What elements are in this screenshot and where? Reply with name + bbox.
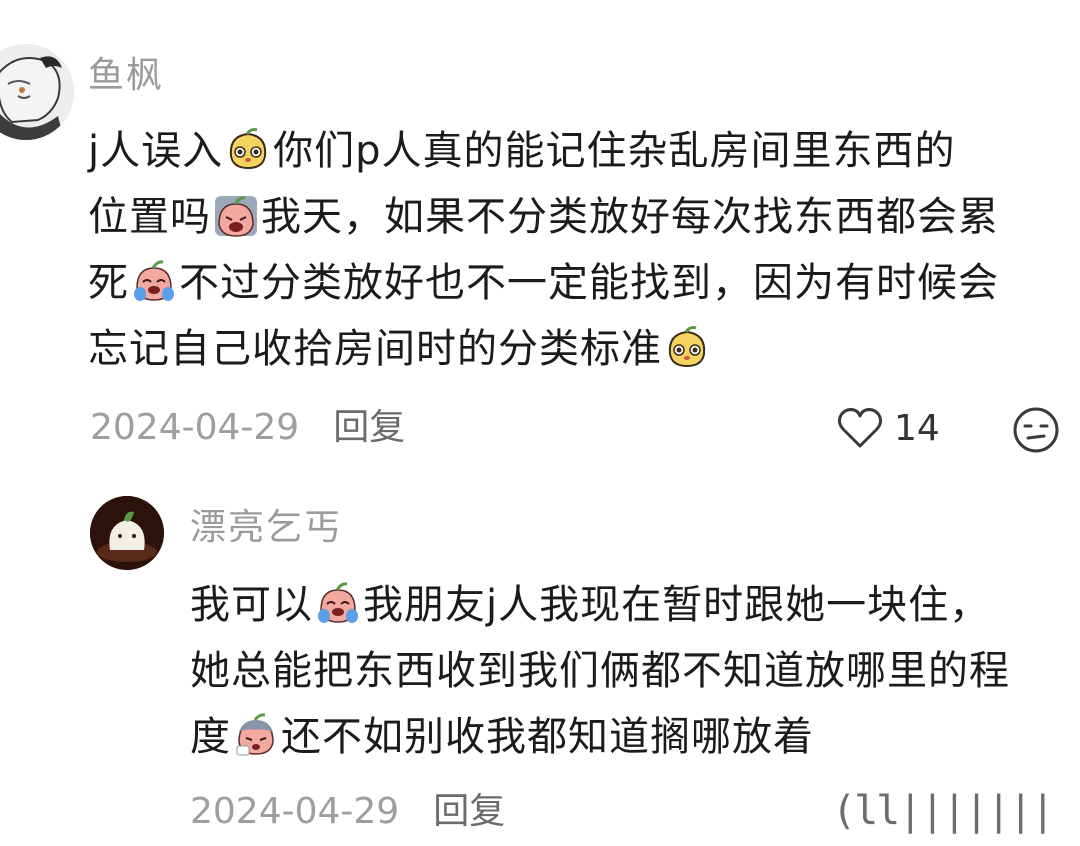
text-segment: 还不如别收我都知道搁哪放着 xyxy=(281,714,814,760)
avatar-user-1[interactable] xyxy=(0,44,74,140)
watermark: (ll||||||| xyxy=(832,788,1055,834)
dislike-button[interactable] xyxy=(1012,406,1060,454)
pink-sad-emoji-icon xyxy=(215,196,257,237)
comment-line: 她总能把东西收到我们俩都不知道放哪里的程 xyxy=(190,638,1078,704)
comment-2: 漂亮乞丐 我可以 我朋友j人我现在暂时跟她一块住， 她总能把东西收到我们俩都不知道… xyxy=(0,470,1080,846)
meh-face-icon xyxy=(1013,407,1059,453)
text-segment: 位置吗 xyxy=(88,194,211,240)
heart-outline-icon xyxy=(837,408,883,448)
yellow-blob-emoji-icon xyxy=(668,326,706,368)
text-segment: 她总能把东西收到我们俩都不知道放哪里的程 xyxy=(190,648,1010,694)
comment-meta: 2024-04-29 回复 xyxy=(190,794,505,830)
comment-line: 度 还不如别收我都知道搁哪放着 xyxy=(190,704,1078,770)
pink-crying-emoji-icon xyxy=(318,582,358,623)
pink-crying-emoji-icon xyxy=(134,260,174,301)
text-segment: 你们p人真的能记住杂乱房间里东西的 xyxy=(273,128,956,174)
comment-text: j人误入 你们p人真的能记住杂乱房间里东西的 位置吗 我天，如果不分类放好每次找东西… xyxy=(88,118,1078,382)
text-segment: 死 xyxy=(88,260,129,306)
comment-date: 2024-04-29 xyxy=(90,407,300,448)
text-segment: 我天，如果不分类放好每次找东西都会累 xyxy=(261,194,999,240)
avatar-anime-character-icon xyxy=(0,44,74,140)
comment-line: j人误入 你们p人真的能记住杂乱房间里东西的 xyxy=(88,118,1078,184)
username[interactable]: 漂亮乞丐 xyxy=(190,510,342,546)
like-count: 14 xyxy=(894,407,940,449)
text-segment: 度 xyxy=(190,714,231,760)
avatar-dessert-icon xyxy=(90,496,164,570)
reply-button[interactable]: 回复 xyxy=(333,407,405,448)
text-segment: 忘记自己收拾房间时的分类标准 xyxy=(88,326,662,372)
text-segment: j人误入 xyxy=(88,128,224,174)
reply-button[interactable]: 回复 xyxy=(433,791,505,832)
comment-line: 位置吗 我天，如果不分类放好每次找东西都会累 xyxy=(88,184,1078,250)
comment-1: 鱼枫 j人误入 你们p人真的能记住杂乱房间里东西的 位置吗 我天，如果不分类放好每次… xyxy=(0,0,1080,470)
comment-line: 我可以 我朋友j人我现在暂时跟她一块住， xyxy=(190,572,1078,638)
text-segment: 不过分类放好也不一定能找到，因为有时候会 xyxy=(179,260,999,306)
pink-sweat-emoji-icon xyxy=(236,713,274,756)
text-segment: 我可以 xyxy=(190,582,313,628)
username[interactable]: 鱼枫 xyxy=(88,58,164,94)
comment-date: 2024-04-29 xyxy=(190,791,400,832)
comment-line: 死 不过分类放好也不一定能找到，因为有时候会 xyxy=(88,250,1078,316)
yellow-blob-emoji-icon xyxy=(229,128,267,170)
like-button[interactable]: 14 xyxy=(836,406,940,450)
avatar-user-2[interactable] xyxy=(90,496,164,570)
comment-line: 忘记自己收拾房间时的分类标准 xyxy=(88,316,1078,382)
comment-text: 我可以 我朋友j人我现在暂时跟她一块住， 她总能把东西收到我们俩都不知道放哪里的程… xyxy=(190,572,1078,770)
text-segment: 我朋友j人我现在暂时跟她一块住， xyxy=(363,582,991,628)
comment-meta: 2024-04-29 回复 xyxy=(90,410,405,446)
